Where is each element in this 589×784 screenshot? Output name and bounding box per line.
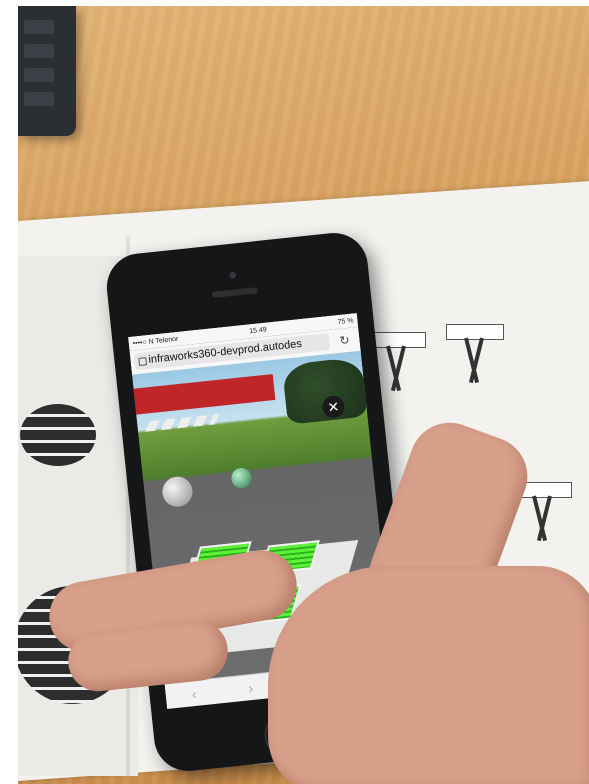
red-buildings [133, 374, 276, 415]
forward-icon[interactable]: › [248, 680, 254, 696]
printed-circle-diagram [20, 404, 96, 466]
hand-palm-thumb [268, 566, 589, 784]
keyboard-corner [18, 6, 76, 136]
crosswalk [145, 413, 220, 432]
earpiece [211, 287, 259, 298]
key [24, 20, 54, 34]
green-sphere [230, 466, 253, 489]
white-sphere [160, 475, 194, 509]
back-icon[interactable]: ‹ [191, 686, 197, 702]
front-camera [228, 271, 237, 280]
key [24, 92, 54, 106]
key [24, 44, 54, 58]
battery-label: 75 % [337, 316, 354, 326]
lock-icon [138, 357, 148, 366]
carrier-label: ••••○ N Telenor [132, 335, 179, 348]
photo: ••••○ N Telenor 15.49 75 % infraworks360… [18, 6, 589, 784]
reload-icon[interactable]: ↻ [335, 331, 355, 349]
clock: 15.49 [248, 325, 268, 335]
key [24, 68, 54, 82]
